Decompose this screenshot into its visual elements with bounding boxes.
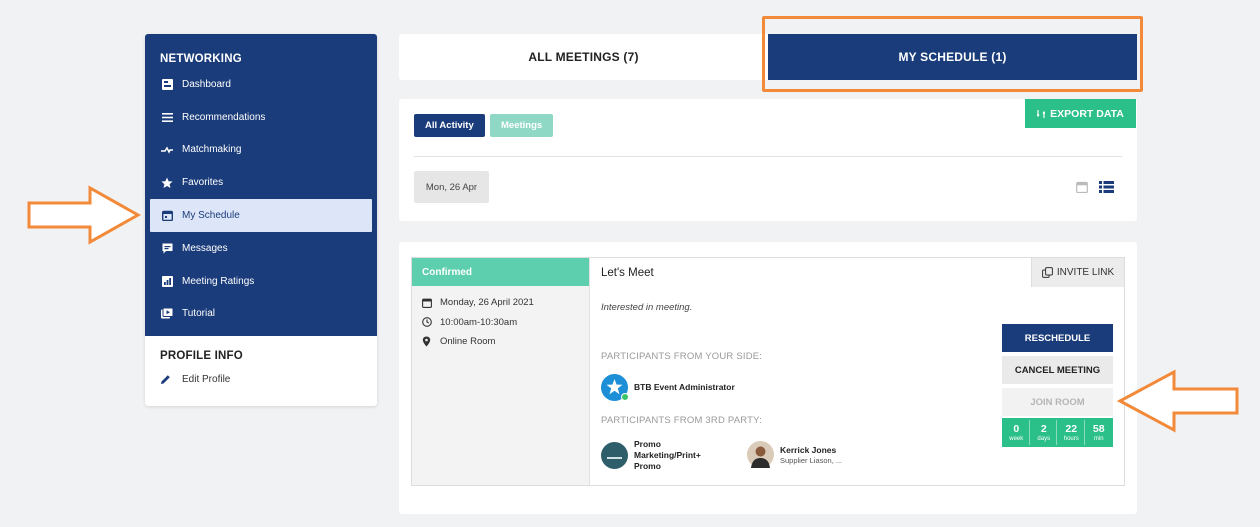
- sidebar: NETWORKING Dashboard Recommendations Mat…: [145, 34, 377, 406]
- location-pin-icon: [422, 336, 434, 347]
- edit-profile-label: Edit Profile: [182, 374, 231, 385]
- annotation-arrow-left-icon: [1116, 369, 1239, 433]
- tab-all-meetings[interactable]: ALL MEETINGS (7): [399, 34, 768, 80]
- list-icon: [160, 110, 174, 124]
- participant-name-block: Promo Marketing/Print+ Promo: [634, 439, 701, 472]
- avatar: [747, 441, 774, 468]
- participant-name-line: Promo: [634, 461, 661, 471]
- sidebar-item-favorites[interactable]: Favorites: [145, 166, 377, 199]
- sidebar-item-matchmaking[interactable]: Matchmaking: [145, 134, 377, 167]
- sidebar-item-dashboard[interactable]: Dashboard: [145, 68, 377, 101]
- meeting-description: Interested in meeting.: [601, 302, 693, 313]
- export-icon: [1037, 109, 1046, 119]
- sidebar-item-messages[interactable]: Messages: [145, 232, 377, 265]
- profile-section: PROFILE INFO Edit Profile: [145, 336, 377, 395]
- divider: [414, 156, 1122, 157]
- meeting-date-text: Monday, 26 April 2021: [440, 297, 534, 309]
- meeting-location: Online Room: [412, 332, 589, 352]
- rating-icon: [160, 274, 174, 288]
- pencil-icon: [160, 374, 174, 385]
- filter-all-activity-button[interactable]: All Activity: [414, 114, 485, 137]
- video-icon: [160, 307, 174, 321]
- export-data-button[interactable]: EXPORT DATA: [1025, 99, 1136, 128]
- participant-name: BTB Event Administrator: [634, 382, 735, 392]
- clock-icon: [422, 317, 434, 328]
- reschedule-button[interactable]: RESCHEDULE: [1002, 324, 1113, 352]
- handshake-icon: [160, 143, 174, 157]
- filter-card: All Activity Meetings EXPORT DATA Mon, 2…: [399, 99, 1137, 221]
- participant-name: Kerrick Jones: [780, 444, 837, 455]
- annotation-arrow-right-icon: [27, 185, 142, 245]
- sidebar-item-label: Meeting Ratings: [182, 275, 255, 287]
- participant-kerrick[interactable]: Kerrick Jones Supplier Liason, ...: [747, 441, 842, 468]
- sidebar-item-label: Messages: [182, 242, 228, 254]
- meeting-card: Confirmed Monday, 26 April 2021 10:00am-…: [411, 257, 1125, 486]
- countdown-days: 2 days: [1032, 420, 1057, 445]
- company-logo: [601, 442, 628, 469]
- countdown-hours: 22 hours: [1059, 420, 1085, 445]
- meeting-title: Let's Meet: [601, 266, 654, 279]
- sidebar-nav: NETWORKING Dashboard Recommendations Mat…: [145, 34, 377, 336]
- sidebar-item-label: Tutorial: [182, 308, 215, 320]
- annotation-highlight-box: [762, 16, 1143, 92]
- calendar-view-icon[interactable]: [1076, 181, 1088, 193]
- list-view-icon[interactable]: [1099, 181, 1114, 193]
- sidebar-item-my-schedule[interactable]: My Schedule: [150, 199, 372, 232]
- online-status-dot: [621, 393, 629, 401]
- cancel-meeting-button[interactable]: CANCEL MEETING: [1002, 356, 1113, 384]
- export-label: EXPORT DATA: [1050, 107, 1124, 120]
- countdown-min: 58 min: [1092, 422, 1105, 442]
- filter-meetings-button[interactable]: Meetings: [490, 114, 554, 137]
- meeting-time: 10:00am-10:30am: [412, 313, 589, 333]
- third-party-heading: PARTICIPANTS FROM 3RD PARTY:: [601, 415, 762, 426]
- dashboard-icon: [160, 77, 174, 91]
- meeting-location-text: Online Room: [440, 336, 496, 348]
- participant-admin[interactable]: BTB Event Administrator: [601, 374, 735, 401]
- sidebar-title: NETWORKING: [160, 53, 242, 65]
- invite-link-label: INVITE LINK: [1056, 267, 1115, 278]
- participant-name-line: Marketing/Print+: [634, 450, 701, 460]
- your-side-heading: PARTICIPANTS FROM YOUR SIDE:: [601, 351, 763, 362]
- countdown-timer: 0 week 2 days 22 hours 58 min: [1002, 418, 1113, 447]
- sidebar-item-label: Recommendations: [182, 111, 266, 123]
- sidebar-item-label: My Schedule: [182, 210, 240, 222]
- calendar-icon: [160, 209, 174, 223]
- message-icon: [160, 241, 174, 255]
- status-badge: Confirmed: [412, 258, 589, 286]
- countdown-week: 0 week: [1004, 420, 1030, 445]
- avatar: [601, 374, 629, 401]
- participant-name-block: Kerrick Jones Supplier Liason, ...: [780, 445, 842, 465]
- participant-promo[interactable]: Promo Marketing/Print+ Promo: [601, 439, 701, 472]
- participant-role: Supplier Liason, ...: [780, 455, 843, 465]
- sidebar-item-label: Favorites: [182, 177, 224, 189]
- meeting-date: Monday, 26 April 2021: [412, 293, 589, 313]
- star-icon: [160, 176, 174, 190]
- sidebar-item-tutorial[interactable]: Tutorial: [145, 298, 377, 331]
- edit-profile-link[interactable]: Edit Profile: [160, 374, 362, 385]
- invite-link-button[interactable]: INVITE LINK: [1031, 258, 1124, 287]
- meeting-list-card: Confirmed Monday, 26 April 2021 10:00am-…: [399, 242, 1137, 514]
- sidebar-item-recommendations[interactable]: Recommendations: [145, 101, 377, 134]
- sidebar-item-meeting-ratings[interactable]: Meeting Ratings: [145, 265, 377, 298]
- sidebar-item-label: Dashboard: [182, 78, 231, 90]
- view-toggle: [1076, 181, 1114, 193]
- copy-icon: [1041, 267, 1053, 278]
- profile-title: PROFILE INFO: [160, 350, 243, 362]
- sidebar-item-label: Matchmaking: [182, 144, 242, 156]
- participant-name-line: Promo: [634, 439, 661, 449]
- meeting-time-text: 10:00am-10:30am: [440, 316, 518, 328]
- date-selector[interactable]: Mon, 26 Apr: [414, 171, 489, 203]
- calendar-icon: [422, 298, 434, 308]
- join-room-button[interactable]: JOIN ROOM: [1002, 388, 1113, 416]
- meeting-details-column: Confirmed Monday, 26 April 2021 10:00am-…: [412, 258, 590, 485]
